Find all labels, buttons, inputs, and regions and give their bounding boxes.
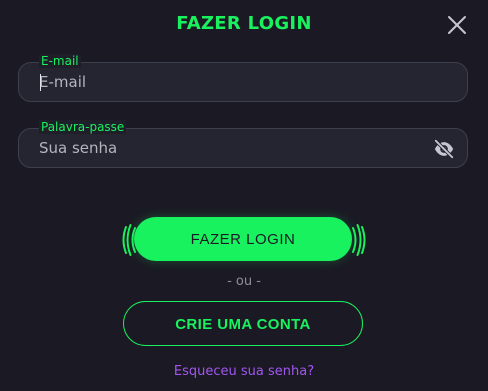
close-icon[interactable]	[446, 14, 468, 36]
wave-right-icon	[352, 224, 366, 256]
eye-off-icon[interactable]	[433, 138, 455, 160]
email-input[interactable]	[39, 63, 419, 101]
or-divider: - ou -	[227, 274, 261, 289]
login-button[interactable]: FAZER LOGIN	[134, 217, 352, 261]
password-input[interactable]	[39, 129, 419, 167]
create-account-button[interactable]: CRIE UMA CONTA	[123, 301, 363, 346]
password-field[interactable]: Palavra-passe	[18, 120, 468, 168]
login-modal: FAZER LOGIN E-mail Palavra-passe FAZER L…	[0, 0, 488, 391]
forgot-password-link[interactable]: Esqueceu sua senha?	[0, 364, 488, 379]
text-caret	[40, 74, 41, 91]
email-field[interactable]: E-mail	[18, 54, 468, 102]
modal-title: FAZER LOGIN	[176, 13, 312, 34]
login-button-wrapper: FAZER LOGIN	[122, 217, 366, 261]
